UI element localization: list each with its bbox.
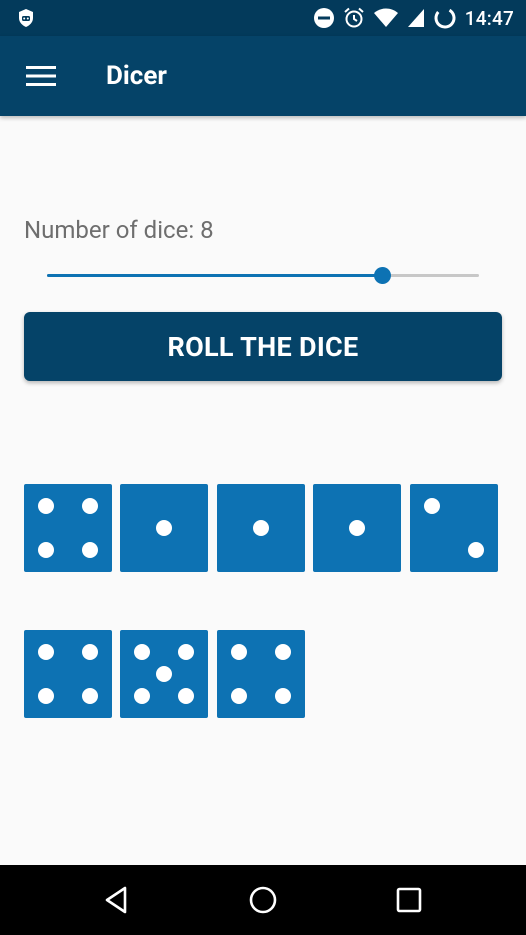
dice-count-label: Number of dice: 8 (24, 216, 214, 244)
die-6 (24, 630, 112, 718)
die-pip (467, 542, 484, 558)
app-title: Dicer (106, 61, 167, 91)
die-pip (156, 520, 173, 536)
die-3 (216, 484, 305, 572)
slider-fill (47, 274, 383, 277)
die-pip (38, 688, 54, 704)
status-icons: 14:47 (313, 6, 514, 30)
app-bar: Dicer (0, 36, 526, 116)
die-pip (178, 644, 195, 660)
hamburger-menu-icon[interactable] (26, 64, 56, 88)
do-not-disturb-icon (313, 8, 334, 28)
main-content: Number of dice: 8 ROLL THE DICE (0, 116, 526, 865)
wifi-icon (373, 8, 398, 27)
die-pip (423, 498, 440, 514)
die-pip (274, 688, 291, 704)
die-pip (134, 644, 151, 660)
back-icon[interactable] (100, 883, 134, 917)
die-pip (252, 520, 269, 536)
cellular-signal-icon (407, 9, 424, 27)
navigation-bar (0, 865, 526, 935)
home-icon[interactable] (246, 883, 280, 917)
die-pip (230, 688, 247, 704)
die-pip (349, 520, 366, 536)
die-pip (82, 644, 98, 660)
die-pip (134, 688, 151, 704)
battery-loading-icon (434, 7, 456, 29)
die-1 (24, 484, 112, 572)
die-2 (120, 484, 209, 572)
status-bar: 14:47 (0, 0, 526, 36)
slider-thumb[interactable] (374, 267, 392, 284)
status-time: 14:47 (464, 6, 514, 30)
shield-icon (19, 9, 33, 27)
die-pip (82, 688, 98, 704)
die-5 (409, 484, 498, 572)
die-pip (38, 542, 54, 558)
dice-count-slider[interactable] (47, 263, 479, 289)
die-4 (313, 484, 402, 572)
die-8 (216, 630, 305, 718)
die-pip (178, 688, 195, 704)
alarm-icon (344, 7, 364, 28)
die-pip (38, 644, 54, 660)
die-pip (230, 644, 247, 660)
die-pip (82, 498, 98, 514)
die-pip (82, 542, 98, 558)
die-pip (156, 666, 173, 682)
die-pip (38, 498, 54, 514)
die-7 (120, 630, 209, 718)
recents-icon[interactable] (392, 883, 426, 917)
die-pip (274, 644, 291, 660)
roll-dice-button[interactable]: ROLL THE DICE (24, 312, 502, 381)
